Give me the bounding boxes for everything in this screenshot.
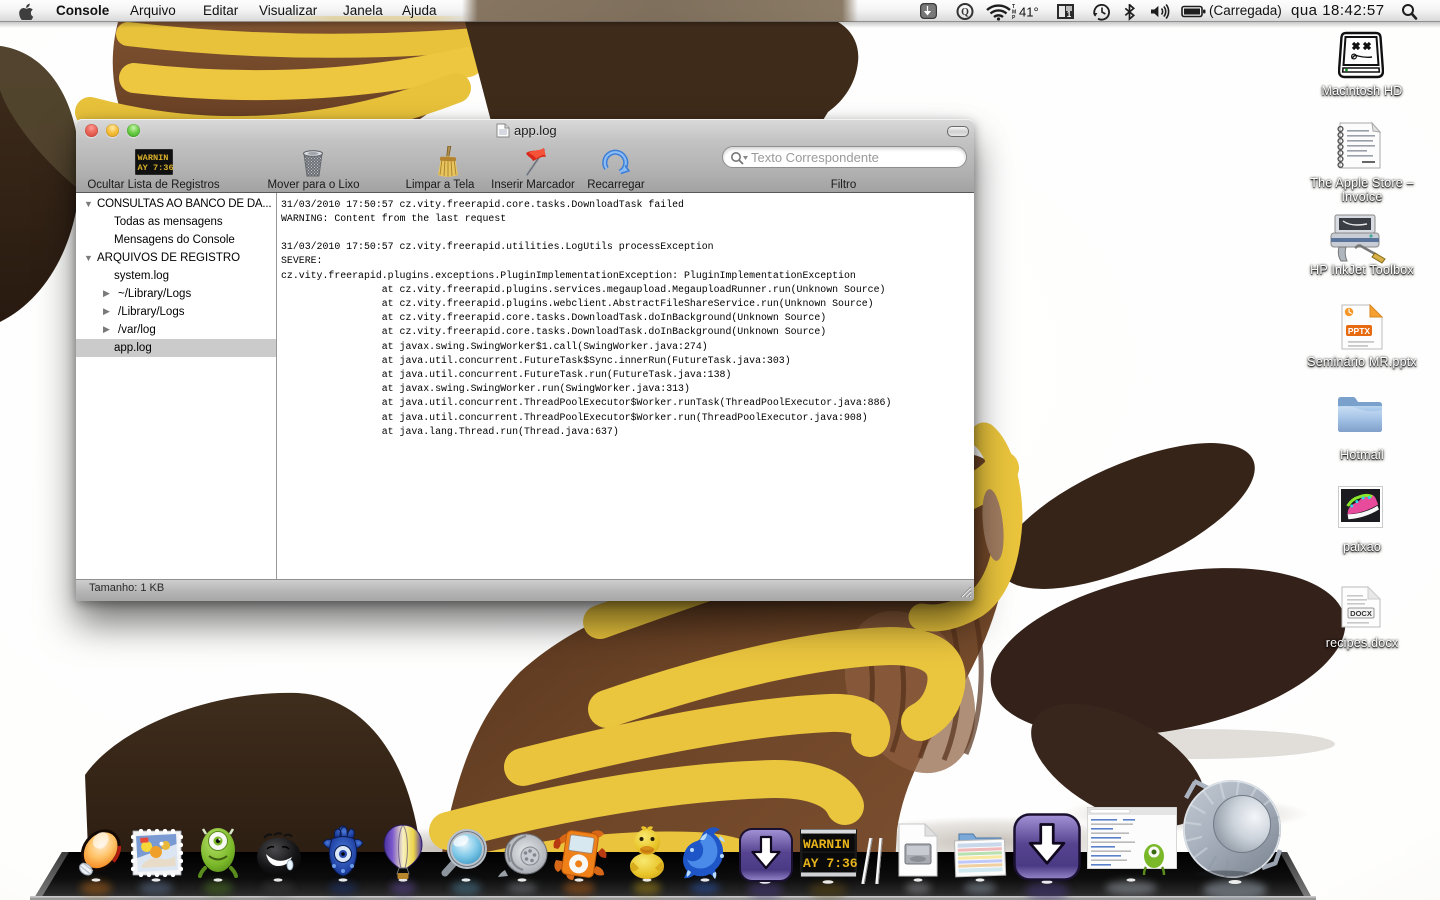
svg-text:P: P — [1012, 15, 1016, 21]
svg-text:PPTX: PPTX — [1348, 326, 1371, 336]
svg-text:WARNIN: WARNIN — [138, 153, 169, 163]
svg-text:WARNIN: WARNIN — [803, 837, 850, 852]
svg-text:AY 7:36: AY 7:36 — [138, 163, 174, 173]
svg-text:AY 7:36: AY 7:36 — [803, 856, 857, 871]
svg-text:41°: 41° — [1019, 5, 1039, 20]
svg-text:DOCX: DOCX — [1350, 609, 1372, 618]
svg-text:Q: Q — [961, 7, 969, 18]
svg-text:1: 1 — [1067, 10, 1072, 19]
